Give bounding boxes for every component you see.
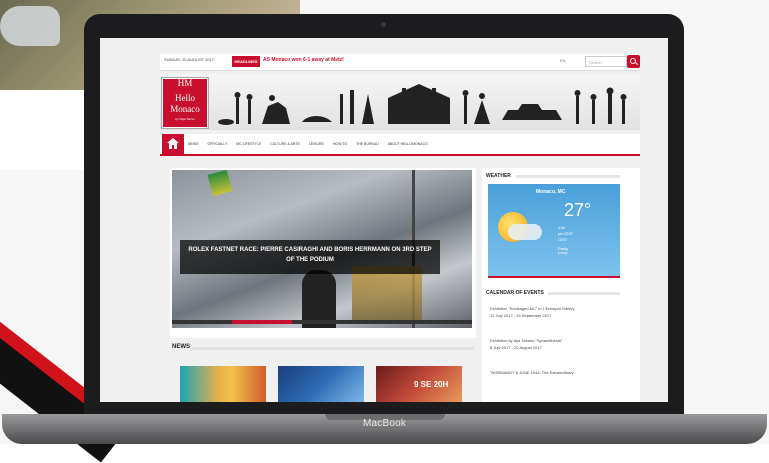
news-heading: NEWS [172,344,190,350]
news-thumbnail-1[interactable] [180,366,266,402]
boat-image [352,266,422,321]
header-banner: HM Hello Monaco by Olga Torres [160,74,640,130]
weather-timezone: CEST [558,238,568,242]
nav-officially[interactable]: OFFICIALLY [208,142,228,146]
weather-time-suffix: pm CEST [558,232,574,236]
weather-divider [516,175,620,178]
featured-slider[interactable]: ROLEX FASTNET RACE: PIERRE CASIRAGHI AND… [172,170,472,328]
weather-temperature: 27° [564,200,592,220]
cloud-icon [508,224,542,240]
calendar-divider [548,292,620,295]
news-thumbnail-2[interactable] [278,366,364,402]
event-date-1: 12 July 2017 - 15 September 2017 [490,313,552,318]
laptop-brand-label: MacBook [362,418,407,429]
sneaker-photo [0,6,60,46]
weather-city: Monaco, MC [536,189,566,195]
flag-image [207,170,233,197]
nav-news[interactable]: NEWS [188,142,199,146]
nav-mc-lifestyle[interactable]: MC LIFESTYLE [236,142,261,146]
monaco-silhouettes-illustration [218,84,627,125]
event-date-2: 8 July 2017 - 20 August 2017 [490,345,542,350]
event-title-1[interactable]: Exhibition "Envisaged MC" in L'Entrepôt … [490,306,620,312]
thumbnail-text: 9 SE 20H [414,380,449,389]
nav-culture-arts[interactable]: CULTURE & ARTS [270,142,300,146]
logo-text-monaco: Monaco [170,104,200,114]
weather-condition-detail: sunny [558,251,568,255]
logo-monogram: HM [177,78,193,88]
weather-accent-bar [488,276,620,278]
nav-leisure[interactable]: LEISURE [309,142,324,146]
website: SUNDAY, 20 AUGUST 2017 HEADLINES AS Mona… [100,38,668,402]
slider-caption[interactable]: ROLEX FASTNET RACE: PIERRE CASIRAGHI AND… [180,240,440,274]
site-logo[interactable]: HM Hello Monaco by Olga Torres [162,78,208,128]
news-divider [192,347,474,350]
search-icon[interactable] [627,55,640,68]
top-bar: SUNDAY, 20 AUGUST 2017 HEADLINES AS Mona… [160,54,640,71]
nav-how-to[interactable]: HOW TO [333,142,347,146]
language-selector[interactable]: EN [560,58,566,63]
weather-title: WEATHER [486,173,511,179]
laptop-lid: SUNDAY, 20 AUGUST 2017 HEADLINES AS Mona… [84,14,684,416]
main-navigation: NEWS OFFICIALLY MC LIFESTYLE CULTURE & A… [160,134,640,156]
current-date: SUNDAY, 20 AUGUST 2017 [164,57,215,62]
logo-text-hello: Hello [175,93,195,103]
home-icon [167,138,179,149]
nav-about[interactable]: ABOUT HELLOMONACO [388,142,428,146]
logo-tagline: by Olga Torres [175,117,195,121]
search-input[interactable]: Search [585,56,627,67]
calendar-title: CALENDAR OF EVENTS [486,290,544,296]
camera-icon [381,22,386,27]
event-title-3[interactable]: "NORMANDY 6 JUNE 1944: The Extraordinary [490,370,620,376]
news-thumbnail-3[interactable]: 9 SE 20H [376,366,462,402]
laptop-screen: SUNDAY, 20 AUGUST 2017 HEADLINES AS Mona… [100,38,668,402]
nav-items: NEWS OFFICIALLY MC LIFESTYLE CULTURE & A… [188,134,428,154]
home-button[interactable] [162,134,184,154]
nav-the-bureau[interactable]: THE BUREAU [356,142,379,146]
slider-headline[interactable]: ROLEX FASTNET RACE: PIERRE CASIRAGHI AND… [186,245,434,265]
slider-active-indicator[interactable] [232,320,292,324]
event-title-2[interactable]: Exhibition by Aya Takano "Synaesthesia" [490,338,620,344]
headline-ticker[interactable]: AS Monaco won 6-1 away at Metz! [263,57,344,63]
slider-pagination[interactable] [172,320,472,324]
weather-widget: Monaco, MC 27° 4:36 pm CEST CEST Partly … [488,184,620,276]
weather-time: 4:36 [558,226,565,230]
headlines-badge: HEADLINES [232,56,260,67]
